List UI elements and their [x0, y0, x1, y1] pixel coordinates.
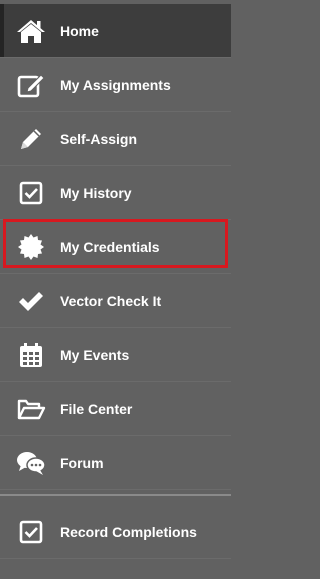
sidebar-item-my-history[interactable]: My History — [0, 166, 231, 220]
checkmark-icon — [16, 286, 46, 316]
sidebar-nav: Home My Assignments Self-Assign My Histo… — [0, 0, 231, 579]
calendar-icon — [16, 340, 46, 370]
sidebar-item-label: My Events — [60, 346, 130, 363]
sidebar-item-home[interactable]: Home — [0, 4, 231, 58]
sidebar-divider — [0, 494, 231, 496]
pencil-icon — [16, 124, 46, 154]
sidebar-item-label: File Center — [60, 400, 133, 417]
sidebar-item-my-assignments[interactable]: My Assignments — [0, 58, 231, 112]
sidebar-item-label: Record Completions — [60, 523, 197, 540]
sidebar-item-label: My Credentials — [60, 238, 160, 255]
sidebar-item-file-center[interactable]: File Center — [0, 382, 231, 436]
sidebar-item-label: Home — [60, 22, 99, 39]
sidebar-item-label: My Assignments — [60, 76, 171, 93]
home-icon — [16, 16, 46, 46]
checkbox-icon — [16, 178, 46, 208]
sidebar-item-label: My History — [60, 184, 132, 201]
sidebar-item-my-credentials[interactable]: My Credentials — [0, 220, 231, 274]
folder-open-icon — [16, 394, 46, 424]
sidebar-item-label: Forum — [60, 454, 104, 471]
edit-icon — [16, 70, 46, 100]
sidebar-item-forum[interactable]: Forum — [0, 436, 231, 490]
chat-bubbles-icon — [16, 448, 46, 478]
sidebar-item-record-completions[interactable]: Record Completions — [0, 505, 231, 559]
sidebar-item-self-assign[interactable]: Self-Assign — [0, 112, 231, 166]
sidebar-item-my-events[interactable]: My Events — [0, 328, 231, 382]
certificate-icon — [16, 232, 46, 262]
sidebar-item-label: Self-Assign — [60, 130, 138, 147]
checkbox-icon — [16, 517, 46, 547]
sidebar-item-label: Vector Check It — [60, 292, 162, 309]
sidebar-item-vector-check-it[interactable]: Vector Check It — [0, 274, 231, 328]
